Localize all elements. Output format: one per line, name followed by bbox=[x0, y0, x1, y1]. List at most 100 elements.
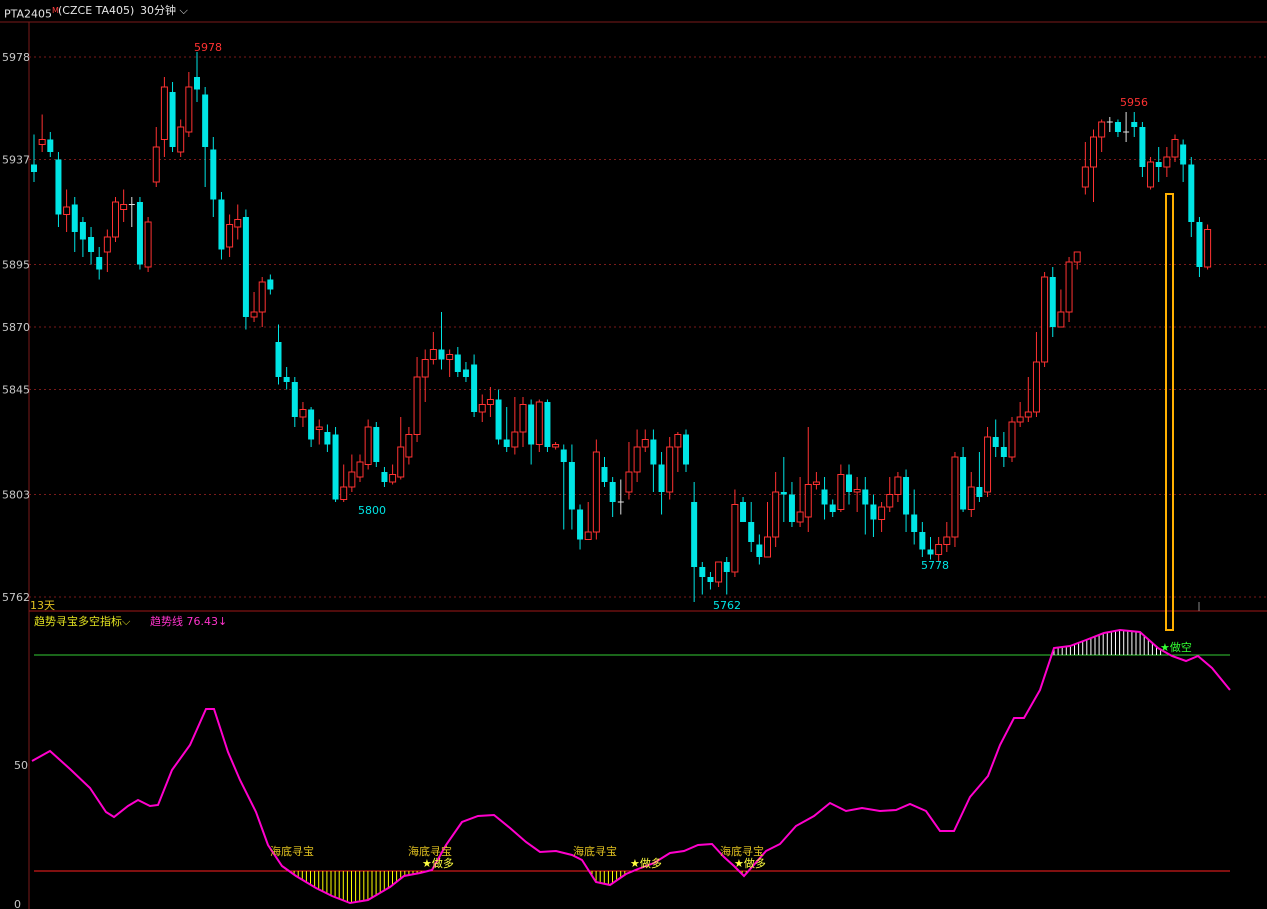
candle-body bbox=[609, 482, 616, 502]
candle-body bbox=[1204, 229, 1212, 268]
candle-body bbox=[112, 201, 119, 238]
candle-body bbox=[560, 449, 567, 462]
candle-body bbox=[592, 451, 600, 533]
indicator-tick-label: 0 bbox=[14, 898, 21, 909]
indicator-value: 趋势线 76.43↓ bbox=[150, 613, 227, 629]
candle-body bbox=[55, 159, 62, 215]
chart-header: PTA2405M (CZCE TA405) 30分钟 ⌵ bbox=[0, 0, 1267, 22]
chevron-down-icon: ⌵ bbox=[122, 615, 131, 628]
candle-body bbox=[666, 446, 674, 493]
signal-label-buy: ★做多 bbox=[734, 856, 766, 870]
candle-body bbox=[960, 457, 967, 510]
candle-body bbox=[478, 404, 486, 413]
signal-label-sell: ★做空 bbox=[1160, 640, 1192, 654]
candle-body bbox=[764, 536, 771, 558]
candle-body bbox=[438, 349, 445, 360]
candle-body bbox=[1188, 164, 1195, 222]
candle-body bbox=[650, 439, 657, 465]
indicator-selector[interactable]: 趋势寻宝多空指标⌵ bbox=[34, 613, 130, 629]
candle-body bbox=[348, 471, 356, 488]
candle-body bbox=[194, 77, 200, 90]
indicator-tick-label: 50 bbox=[14, 759, 28, 772]
trend-down-icon: ↓ bbox=[218, 615, 228, 628]
candle-body bbox=[1073, 251, 1081, 263]
candle-body bbox=[1032, 361, 1040, 413]
candle-body bbox=[625, 471, 633, 493]
candle-body bbox=[495, 399, 502, 440]
candle-body bbox=[503, 439, 510, 447]
candle-body bbox=[577, 509, 584, 540]
candle-body bbox=[601, 467, 608, 482]
period-label: 30分钟 bbox=[140, 4, 176, 17]
price-annotation: 5762 bbox=[713, 599, 741, 612]
contract-code: (CZCE TA405) bbox=[58, 4, 135, 17]
candle-body bbox=[1139, 127, 1146, 167]
candle-body bbox=[258, 281, 266, 313]
candle-body bbox=[120, 204, 128, 210]
candle-body bbox=[144, 221, 152, 268]
candle-body bbox=[210, 149, 217, 200]
candle-body bbox=[242, 217, 249, 317]
candle-body bbox=[96, 257, 103, 270]
candle-body bbox=[535, 401, 543, 445]
candle-body bbox=[1147, 161, 1155, 188]
candle-body bbox=[88, 237, 95, 252]
period-selector[interactable]: 30分钟 ⌵ bbox=[140, 0, 188, 22]
price-tick-label: 5937 bbox=[2, 154, 30, 167]
candle-body bbox=[471, 364, 478, 412]
price-tick-label: 5803 bbox=[2, 489, 30, 502]
candle-body bbox=[486, 399, 494, 405]
candle-body bbox=[1057, 311, 1065, 328]
chart-canvas[interactable]: 5978 5937 5895 5870 5845 5803 5762 5978 5800 576… bbox=[0, 0, 1267, 909]
candle-body bbox=[275, 342, 282, 377]
candle-body bbox=[992, 437, 999, 447]
candle-body bbox=[1163, 156, 1171, 168]
candle-body bbox=[731, 504, 739, 573]
candle-body bbox=[373, 427, 380, 462]
candle-body bbox=[927, 549, 934, 555]
candle-body bbox=[674, 434, 682, 448]
candle-body bbox=[71, 204, 78, 232]
candle-body bbox=[641, 439, 649, 448]
symbol-label[interactable]: PTA2405M bbox=[4, 0, 59, 26]
candle-body bbox=[63, 206, 71, 215]
candle-body bbox=[870, 504, 877, 520]
candle-body bbox=[788, 494, 795, 522]
indicator-axis: 50 0 bbox=[14, 759, 28, 909]
candle-body bbox=[584, 531, 592, 540]
price-grid bbox=[29, 56, 1267, 598]
candle-body bbox=[1090, 136, 1097, 168]
price-tick-label: 5870 bbox=[2, 321, 30, 334]
candle-body bbox=[340, 486, 348, 500]
candle-body bbox=[837, 474, 845, 510]
candle-body bbox=[356, 461, 364, 478]
candle-body bbox=[552, 444, 560, 448]
candle-body bbox=[853, 489, 861, 493]
price-annotation: 5956 bbox=[1120, 96, 1148, 109]
candle-body bbox=[544, 402, 551, 447]
chevron-down-icon: ⌵ bbox=[179, 4, 188, 17]
candle-body bbox=[984, 436, 992, 493]
candle-body bbox=[364, 426, 372, 465]
candle-body bbox=[1081, 166, 1089, 188]
candle-body bbox=[528, 404, 535, 445]
candle-body bbox=[967, 486, 975, 510]
candle-body bbox=[821, 489, 828, 505]
sell-signal-box bbox=[1165, 193, 1174, 631]
candle-body bbox=[862, 489, 869, 505]
indicator-title: 趋势寻宝多空指标 bbox=[34, 615, 122, 628]
candle-body bbox=[283, 377, 290, 382]
trend-value: 76.43 bbox=[186, 615, 219, 628]
candle-body bbox=[1171, 139, 1179, 158]
candle-body bbox=[886, 494, 894, 508]
candle-body bbox=[389, 474, 397, 483]
candle-body bbox=[185, 86, 193, 133]
candle-body bbox=[878, 506, 886, 520]
candle-body bbox=[568, 462, 575, 510]
candle-body bbox=[454, 354, 461, 372]
candle-body bbox=[1155, 162, 1162, 167]
candle-body bbox=[397, 446, 405, 478]
candle-body bbox=[332, 434, 339, 500]
candle-body bbox=[218, 199, 225, 250]
candle-body bbox=[903, 477, 910, 515]
